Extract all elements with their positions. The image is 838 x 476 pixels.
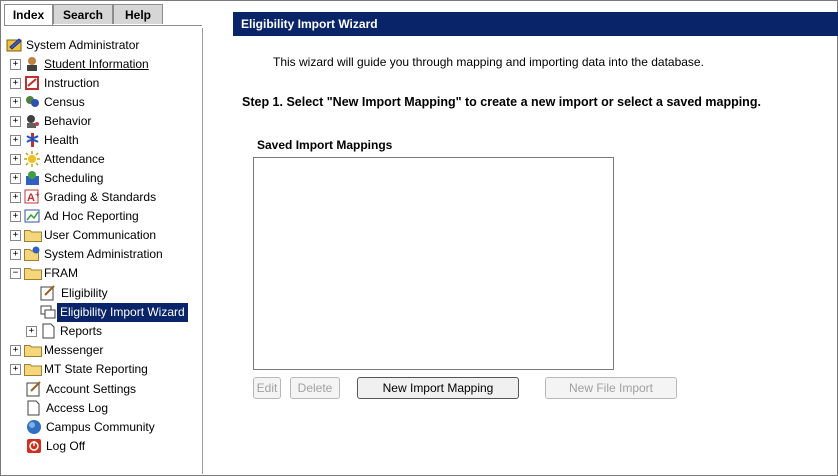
- new-import-mapping-button[interactable]: New Import Mapping: [357, 377, 519, 399]
- attendance-icon: [24, 151, 40, 167]
- tree-item-label: Scheduling: [44, 171, 104, 185]
- tree-item-label: Access Log: [46, 401, 109, 415]
- tree-item-label: Ad Hoc Reporting: [44, 209, 139, 223]
- tree-item-label: Log Off: [46, 439, 86, 453]
- tree-item-label: System Administration: [44, 247, 163, 261]
- expand-icon[interactable]: +: [10, 97, 21, 108]
- svg-text:A: A: [27, 192, 35, 204]
- page-title: Eligibility Import Wizard: [233, 12, 838, 36]
- tree-item-label: Campus Community: [46, 420, 155, 434]
- tree-root-label: System Administrator: [26, 38, 140, 52]
- main-pane: Eligibility Import Wizard This wizard wi…: [231, 0, 838, 476]
- tree-item-label: Health: [44, 133, 79, 147]
- tree-item-label: Student Information: [44, 57, 149, 71]
- tree-item-label: Messenger: [44, 343, 104, 357]
- expand-icon[interactable]: +: [10, 116, 21, 127]
- svg-text:+: +: [35, 190, 40, 199]
- wizard-icon: [40, 305, 56, 319]
- tree-item-label: MT State Reporting: [44, 362, 148, 376]
- saved-mappings-label: Saved Import Mappings: [257, 138, 393, 152]
- tab-index[interactable]: Index: [4, 4, 53, 26]
- expand-icon[interactable]: +: [10, 173, 21, 184]
- sysadmin-icon: [24, 246, 40, 261]
- expand-icon[interactable]: +: [10, 211, 21, 222]
- adhoc-icon: [24, 209, 40, 223]
- health-icon: [26, 133, 39, 147]
- navigation-tree: System Administrator + Student Informati…: [4, 28, 203, 474]
- edit-button[interactable]: Edit: [253, 377, 281, 399]
- tree-item-label: Eligibility: [61, 286, 108, 300]
- tab-divider: [4, 25, 202, 26]
- tree-item-label: FRAM: [44, 266, 78, 280]
- census-icon: [26, 96, 39, 107]
- tab-search[interactable]: Search: [53, 4, 113, 24]
- intro-text: This wizard will guide you through mappi…: [273, 55, 704, 69]
- nav-tabs: Index Search Help: [4, 4, 202, 26]
- scheduling-icon: [26, 171, 39, 185]
- navigation-pane: Index Search Help System Administrator +…: [4, 4, 203, 474]
- campus-community-icon: [27, 420, 41, 434]
- tab-help[interactable]: Help: [113, 4, 163, 24]
- expand-icon[interactable]: +: [26, 326, 37, 337]
- step-instruction: Step 1. Select "New Import Mapping" to c…: [242, 95, 761, 109]
- tree-item-label: User Communication: [44, 228, 157, 242]
- eligibility-icon: [40, 285, 55, 301]
- tree-item-label: Census: [44, 95, 85, 109]
- folder-icon: [24, 230, 42, 242]
- folder-icon: [24, 364, 42, 376]
- expand-icon[interactable]: +: [10, 135, 21, 146]
- tree-item-label: Account Settings: [46, 382, 137, 396]
- document-icon: [27, 400, 40, 416]
- saved-mappings-list[interactable]: [253, 157, 614, 370]
- collapse-icon[interactable]: −: [10, 268, 21, 279]
- expand-icon[interactable]: +: [10, 364, 21, 375]
- grading-icon: A +: [24, 189, 40, 204]
- expand-icon[interactable]: +: [10, 78, 21, 89]
- tree-item-label: Instruction: [44, 76, 100, 90]
- tree-item-label: Grading & Standards: [44, 190, 157, 204]
- expand-icon[interactable]: +: [10, 192, 21, 203]
- tree-item-label: Attendance: [44, 152, 105, 166]
- expand-icon[interactable]: +: [10, 249, 21, 260]
- instruction-icon: [25, 76, 39, 90]
- expand-icon[interactable]: +: [10, 154, 21, 165]
- behavior-icon: [27, 115, 39, 128]
- expand-icon[interactable]: +: [10, 59, 21, 70]
- system-administrator-icon: [6, 38, 22, 52]
- student-icon: [27, 57, 37, 71]
- delete-button[interactable]: Delete: [290, 377, 340, 399]
- tree-item-label: Reports: [60, 324, 103, 338]
- expand-icon[interactable]: +: [10, 230, 21, 241]
- account-settings-icon: [26, 381, 41, 397]
- reports-icon: [42, 323, 55, 339]
- folder-icon: [24, 268, 42, 280]
- new-file-import-button[interactable]: New File Import: [545, 377, 677, 399]
- log-off-icon: [27, 439, 41, 453]
- folder-icon: [24, 345, 42, 357]
- expand-icon[interactable]: +: [10, 345, 21, 356]
- tree-item-label: Behavior: [44, 114, 92, 128]
- tree-item-label: Eligibility Import Wizard: [57, 303, 188, 322]
